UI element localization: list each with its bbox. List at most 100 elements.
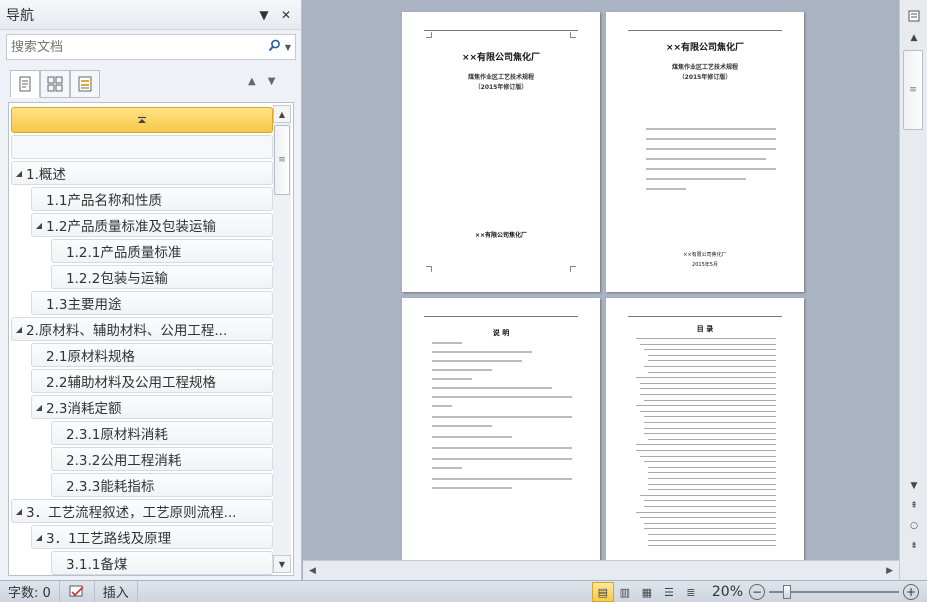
expand-triangle-icon[interactable]: ◢ <box>32 533 46 542</box>
page-1[interactable]: ××有限公司焦化厂 煤焦作业区工艺技术规程 （2015年修订版） ××有限公司焦… <box>402 12 600 292</box>
nav-heading-item[interactable]: ◢ 1.2产品质量标准及包装运输 <box>31 213 273 237</box>
toc-line <box>636 444 776 446</box>
text-line <box>432 360 522 362</box>
nav-heading-item[interactable]: 1.1产品名称和性质 <box>31 187 273 211</box>
toc-line <box>648 478 776 479</box>
nav-heading-label: 2.2辅助材料及公用工程规格 <box>46 375 216 391</box>
search-icon[interactable] <box>268 39 281 56</box>
insert-mode[interactable]: 插入 <box>95 580 138 602</box>
tab-results[interactable] <box>70 70 100 98</box>
expand-triangle-icon[interactable]: ◢ <box>32 221 46 230</box>
toc-line <box>644 427 776 429</box>
search-input[interactable] <box>11 39 268 55</box>
tab-headings[interactable] <box>10 70 40 98</box>
word-count[interactable]: 字数: 0 <box>0 580 60 602</box>
previous-heading-icon[interactable]: ▲ <box>248 76 256 87</box>
nav-heading-item[interactable]: 1.3主要用途 <box>31 291 273 315</box>
scroll-down-icon[interactable]: ▼ <box>905 478 923 494</box>
outline-view-icon[interactable]: ☰ <box>658 582 680 602</box>
print-layout-view-icon[interactable]: ▤ <box>591 582 614 602</box>
toc-line <box>640 517 776 519</box>
toc-line <box>648 371 776 373</box>
tree-scrollbar[interactable]: ▲ ≡ ▼ <box>273 105 291 573</box>
scroll-down-icon[interactable]: ▼ <box>273 555 291 573</box>
page-corner-mark <box>570 32 576 38</box>
page-footer-company: ××有限公司焦化厂 <box>474 232 528 239</box>
scroll-thumb[interactable]: ≡ <box>903 50 923 130</box>
nav-heading-item[interactable]: ◢ 3．1工艺路线及原理 <box>31 525 273 549</box>
close-icon[interactable]: ✕ <box>277 6 295 24</box>
toc-line <box>648 534 776 535</box>
web-layout-icon[interactable]: ▦ <box>636 582 658 602</box>
headings-tree: ◢ 1.概述 1.1产品名称和性质 ◢ 1.2产品质量标准及包装运输 1.2.1产品质量标… <box>8 102 294 576</box>
nav-heading-label: 2.3.1原材料消耗 <box>66 427 168 443</box>
collapse-top-button[interactable] <box>11 107 273 133</box>
nav-heading-item[interactable]: 1.2.1产品质量标准 <box>51 239 273 263</box>
previous-page-icon[interactable]: ⇞ <box>905 498 923 514</box>
horizontal-scrollbar[interactable]: ◀ ▶ <box>303 560 899 580</box>
next-page-icon[interactable]: ⇟ <box>905 538 923 554</box>
nav-heading-item[interactable]: ◢ 2.3消耗定额 <box>31 395 273 419</box>
toc-line <box>644 433 776 435</box>
scroll-right-icon[interactable]: ▶ <box>886 566 893 576</box>
nav-heading-item[interactable]: ◢ 3．工艺流程叙述，工艺原则流程... <box>11 499 273 523</box>
toc-line <box>636 338 776 339</box>
scroll-thumb[interactable]: ≡ <box>274 125 290 195</box>
proofing-status[interactable] <box>60 580 95 602</box>
full-screen-reading-icon[interactable]: ▥ <box>614 582 636 602</box>
toc-line <box>644 349 776 351</box>
text-line <box>646 188 686 190</box>
toc-line <box>640 394 776 395</box>
vertical-scrollbar[interactable]: ▲ ≡ ▼ ⇞ ○ ⇟ <box>899 0 927 580</box>
search-dropdown-icon[interactable]: ▼ <box>285 43 291 52</box>
select-browse-object-icon[interactable]: ○ <box>905 518 923 534</box>
scroll-left-icon[interactable]: ◀ <box>309 566 316 576</box>
toc-line <box>640 382 776 384</box>
nav-heading-item[interactable]: ◢ 2.原材料、辅助材料、公用工程... <box>11 317 273 341</box>
nav-heading-item[interactable]: 2.3.2公用工程消耗 <box>51 447 273 471</box>
next-heading-icon[interactable]: ▼ <box>268 76 276 87</box>
pane-options-icon[interactable]: ▼ <box>255 6 273 24</box>
page-title: 说 明 <box>492 329 510 337</box>
tab-pages[interactable] <box>40 70 70 98</box>
page-3[interactable]: 说 明 <box>402 298 600 560</box>
zoom-in-icon[interactable]: + <box>903 584 919 600</box>
zoom-slider-thumb[interactable] <box>783 585 791 599</box>
results-icon <box>78 76 92 92</box>
text-line <box>432 487 512 489</box>
document-area[interactable]: ××有限公司焦化厂 煤焦作业区工艺技术规程 （2015年修订版） ××有限公司焦… <box>303 0 899 560</box>
expand-triangle-icon[interactable]: ◢ <box>12 325 26 334</box>
zoom-slider[interactable] <box>769 585 899 599</box>
expand-triangle-icon[interactable]: ◢ <box>12 507 26 516</box>
page-2[interactable]: ××有限公司焦化厂 煤焦作业区工艺技术规程 （2015年修订版） ××有限公司焦… <box>606 12 804 292</box>
toc-line <box>644 522 776 524</box>
scroll-up-icon[interactable]: ▲ <box>273 105 291 123</box>
zoom-level[interactable]: 20% <box>712 584 743 600</box>
text-line <box>432 342 462 344</box>
toc-line <box>636 511 776 513</box>
view-tabs <box>10 70 100 98</box>
nav-heading-label: 1.2.1产品质量标准 <box>66 245 182 261</box>
expand-triangle-icon[interactable]: ◢ <box>32 403 46 412</box>
nav-heading-item[interactable]: 2.3.3能耗指标 <box>51 473 273 497</box>
nav-heading-item[interactable]: 1.2.2包装与运输 <box>51 265 273 289</box>
page-4[interactable]: 目 录 <box>606 298 804 560</box>
nav-heading-item[interactable]: 2.1原材料规格 <box>31 343 273 367</box>
nav-heading-item[interactable]: 3.1.1备煤 <box>51 551 273 575</box>
nav-heading-item[interactable]: ◢ 1.概述 <box>11 161 273 185</box>
thumbnails-icon <box>47 76 63 92</box>
search-box[interactable]: ▼ <box>6 34 296 60</box>
text-line <box>646 148 776 150</box>
nav-heading-item[interactable]: 2.3.1原材料消耗 <box>51 421 273 445</box>
scroll-up-icon[interactable]: ▲ <box>905 30 923 46</box>
text-line <box>432 436 512 438</box>
expand-triangle-icon[interactable]: ◢ <box>12 169 26 178</box>
zoom-out-icon[interactable]: − <box>749 584 765 600</box>
nav-heading-item[interactable]: 2.2辅助材料及公用工程规格 <box>31 369 273 393</box>
ruler-toggle-icon[interactable] <box>905 8 923 24</box>
text-line <box>432 478 572 480</box>
toc-line <box>644 506 776 507</box>
text-line <box>432 387 552 389</box>
toc-line <box>644 416 776 418</box>
draft-view-icon[interactable]: ≣ <box>680 582 702 602</box>
